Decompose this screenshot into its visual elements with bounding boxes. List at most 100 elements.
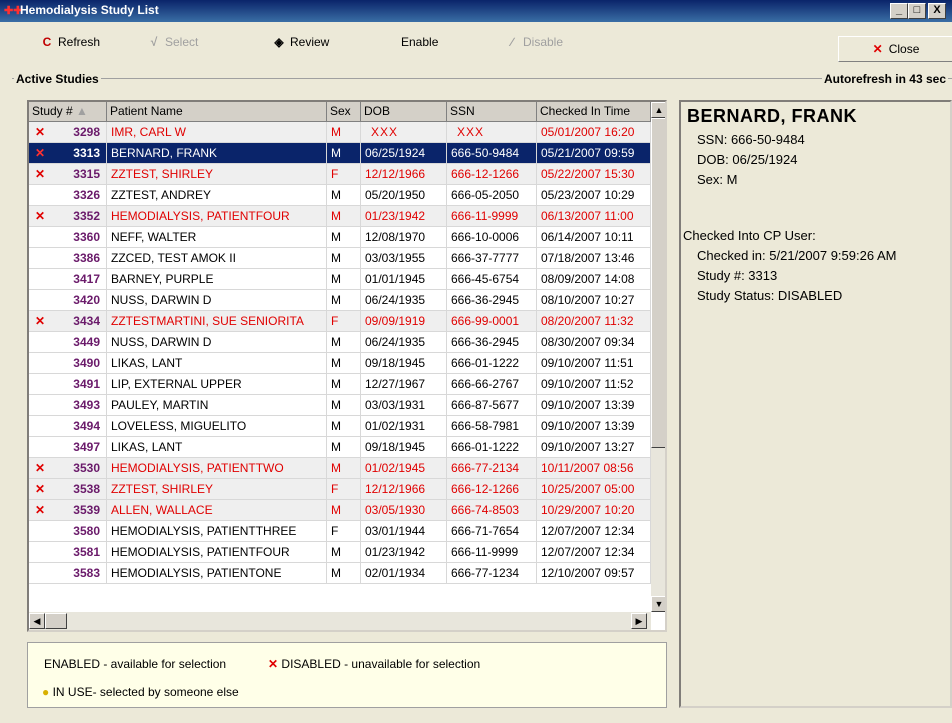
table-row[interactable]: ✕ 3538 ZZTEST, SHIRLEY F 12/12/1966 666-12-12… xyxy=(29,479,651,500)
scroll-left-icon[interactable]: ◀ xyxy=(29,613,45,629)
table-row[interactable]: 3497 LIKAS, LANT M 09/18/1945 666-01-1222 09/… xyxy=(29,437,651,458)
cell-checked: 10/29/2007 10:20 xyxy=(537,500,651,521)
detail-checked-into: Checked Into CP User: xyxy=(683,228,816,243)
cell-name: LIKAS, LANT xyxy=(107,437,327,458)
maximize-button[interactable]: □ xyxy=(908,3,926,19)
cell-ssn: 666-12-1266 xyxy=(447,479,537,500)
cell-dob: 12/12/1966 xyxy=(361,164,447,185)
review-icon: ◈ xyxy=(274,35,284,49)
table-row[interactable]: 3580 HEMODIALYSIS, PATIENTTHREE F 03/01/194… xyxy=(29,521,651,542)
table-row[interactable]: 3449 NUSS, DARWIN D M 06/24/1935 666-36-2945… xyxy=(29,332,651,353)
scroll-up-icon[interactable]: ▲ xyxy=(651,102,665,118)
cell-checked: 08/20/2007 11:32 xyxy=(537,311,651,332)
column-header-checked-in[interactable]: Checked In Time xyxy=(537,102,651,122)
cell-sex: M xyxy=(327,353,361,374)
table-row[interactable]: ✕ 3298 IMR, CARL W M XXX XXX 05/01/2007 16:20 xyxy=(29,122,651,143)
cell-sex: F xyxy=(327,521,361,542)
cell-ssn: XXX xyxy=(447,122,537,143)
x-mark-icon: ✕ xyxy=(35,314,46,328)
cell-name: NUSS, DARWIN D xyxy=(107,332,327,353)
table-row[interactable]: 3491 LIP, EXTERNAL UPPER M 12/27/1967 666-66… xyxy=(29,374,651,395)
cell-checked: 05/01/2007 16:20 xyxy=(537,122,651,143)
cell-no: 3583 xyxy=(29,563,107,584)
table-row[interactable]: 3326 ZZTEST, ANDREY M 05/20/1950 666-05-2050… xyxy=(29,185,651,206)
table-row[interactable]: ✕ 3539 ALLEN, WALLACE M 03/05/1930 666-74-850… xyxy=(29,500,651,521)
table-row[interactable]: 3581 HEMODIALYSIS, PATIENTFOUR M 01/23/1942… xyxy=(29,542,651,563)
cell-sex: F xyxy=(327,311,361,332)
cell-no: 3360 xyxy=(29,227,107,248)
cell-dob: 05/20/1950 xyxy=(361,185,447,206)
cell-checked: 08/10/2007 10:27 xyxy=(537,290,651,311)
cell-sex: M xyxy=(327,542,361,563)
cell-name: LIKAS, LANT xyxy=(107,353,327,374)
vertical-scroll-thumb[interactable] xyxy=(651,118,665,448)
detail-sex: Sex: M xyxy=(697,172,738,187)
cell-checked: 05/21/2007 09:59 xyxy=(537,143,651,164)
refresh-button[interactable]: C Refresh xyxy=(38,32,100,52)
table-row[interactable]: ✕ 3315 ZZTEST, SHIRLEY F 12/12/1966 666-12-12… xyxy=(29,164,651,185)
cell-checked: 12/07/2007 12:34 xyxy=(537,521,651,542)
cell-name: NUSS, DARWIN D xyxy=(107,290,327,311)
column-header-patient-name[interactable]: Patient Name xyxy=(107,102,327,122)
scroll-right-icon[interactable]: ▶ xyxy=(631,613,647,629)
cell-checked: 09/10/2007 11:51 xyxy=(537,353,651,374)
x-mark-icon: ✕ xyxy=(268,657,279,671)
column-header-dob[interactable]: DOB xyxy=(361,102,447,122)
study-grid[interactable]: Study # ▲ Patient Name Sex DOB SSN Check… xyxy=(27,100,667,632)
detail-checked-in: Checked in: 5/21/2007 9:59:26 AM xyxy=(697,248,897,263)
cell-checked: 10/25/2007 05:00 xyxy=(537,479,651,500)
cell-ssn: 666-11-9999 xyxy=(447,542,537,563)
horizontal-scroll-thumb[interactable] xyxy=(45,613,67,629)
cell-sex: M xyxy=(327,227,361,248)
cell-name: IMR, CARL W xyxy=(107,122,327,143)
cell-ssn: 666-11-9999 xyxy=(447,206,537,227)
cell-dob: 06/24/1935 xyxy=(361,290,447,311)
cell-no: 3449 xyxy=(29,332,107,353)
table-row[interactable]: ✕ 3352 HEMODIALYSIS, PATIENTFOUR M 01/23/194… xyxy=(29,206,651,227)
table-row[interactable]: 3417 BARNEY, PURPLE M 01/01/1945 666-45-6754… xyxy=(29,269,651,290)
select-button[interactable]: √ Select xyxy=(145,32,199,52)
cell-checked: 12/10/2007 09:57 xyxy=(537,563,651,584)
table-row[interactable]: 3490 LIKAS, LANT M 09/18/1945 666-01-1222 09/… xyxy=(29,353,651,374)
cell-dob: 06/24/1935 xyxy=(361,332,447,353)
cell-ssn: 666-99-0001 xyxy=(447,311,537,332)
table-row[interactable]: 3583 HEMODIALYSIS, PATIENTONE M 02/01/1934 6… xyxy=(29,563,651,584)
table-row[interactable]: 3420 NUSS, DARWIN D M 06/24/1935 666-36-2945… xyxy=(29,290,651,311)
table-row[interactable]: ✕ 3530 HEMODIALYSIS, PATIENTTWO M 01/02/1945… xyxy=(29,458,651,479)
table-row[interactable]: 3360 NEFF, WALTER M 12/08/1970 666-10-0006 06… xyxy=(29,227,651,248)
column-header-ssn[interactable]: SSN xyxy=(447,102,537,122)
cell-dob: 02/01/1934 xyxy=(361,563,447,584)
table-row[interactable]: 3386 ZZCED, TEST AMOK II M 03/03/1955 666-37… xyxy=(29,248,651,269)
cell-checked: 06/14/2007 10:11 xyxy=(537,227,651,248)
detail-ssn: SSN: 666-50-9484 xyxy=(697,132,805,147)
horizontal-scrollbar[interactable]: ◀ ▶ xyxy=(29,612,651,630)
scroll-down-icon[interactable]: ▼ xyxy=(651,596,665,612)
cell-no: 3491 xyxy=(29,374,107,395)
window-title: Hemodialysis Study List xyxy=(20,3,159,17)
cell-checked: 10/11/2007 08:56 xyxy=(537,458,651,479)
cell-dob: 01/01/1945 xyxy=(361,269,447,290)
cell-sex: M xyxy=(327,332,361,353)
enable-button[interactable]: Enable xyxy=(401,32,438,52)
cell-no: ✕ 3539 xyxy=(29,500,107,521)
table-row[interactable]: ✕ 3434 ZZTESTMARTINI, SUE SENIORITA F 09/09/… xyxy=(29,311,651,332)
minimize-button[interactable]: _ xyxy=(890,3,908,19)
cell-ssn: 666-50-9484 xyxy=(447,143,537,164)
column-header-sex[interactable]: Sex xyxy=(327,102,361,122)
cell-sex: M xyxy=(327,290,361,311)
vertical-scrollbar[interactable]: ▲ ▼ xyxy=(651,102,665,612)
disable-button[interactable]: ∕ Disable xyxy=(503,32,563,52)
cell-no: 3581 xyxy=(29,542,107,563)
cell-ssn: 666-77-2134 xyxy=(447,458,537,479)
cell-name: HEMODIALYSIS, PATIENTTHREE xyxy=(107,521,327,542)
legend-panel: ENABLED - available for selection ✕ DISA… xyxy=(27,642,667,708)
column-header-study[interactable]: Study # ▲ xyxy=(29,102,107,122)
close-window-button[interactable]: X xyxy=(928,3,946,19)
legend-enabled: ENABLED - available for selection xyxy=(44,657,227,671)
table-row[interactable]: 3493 PAULEY, MARTIN M 03/03/1931 666-87-5677… xyxy=(29,395,651,416)
table-row[interactable]: ✕ 3313 BERNARD, FRANK M 06/25/1924 666-50-948… xyxy=(29,143,651,164)
close-button[interactable]: ✕ Close xyxy=(838,36,952,62)
cell-sex: M xyxy=(327,122,361,143)
review-button[interactable]: ◈ Review xyxy=(270,32,329,52)
table-row[interactable]: 3494 LOVELESS, MIGUELITO M 01/02/1931 666-58… xyxy=(29,416,651,437)
